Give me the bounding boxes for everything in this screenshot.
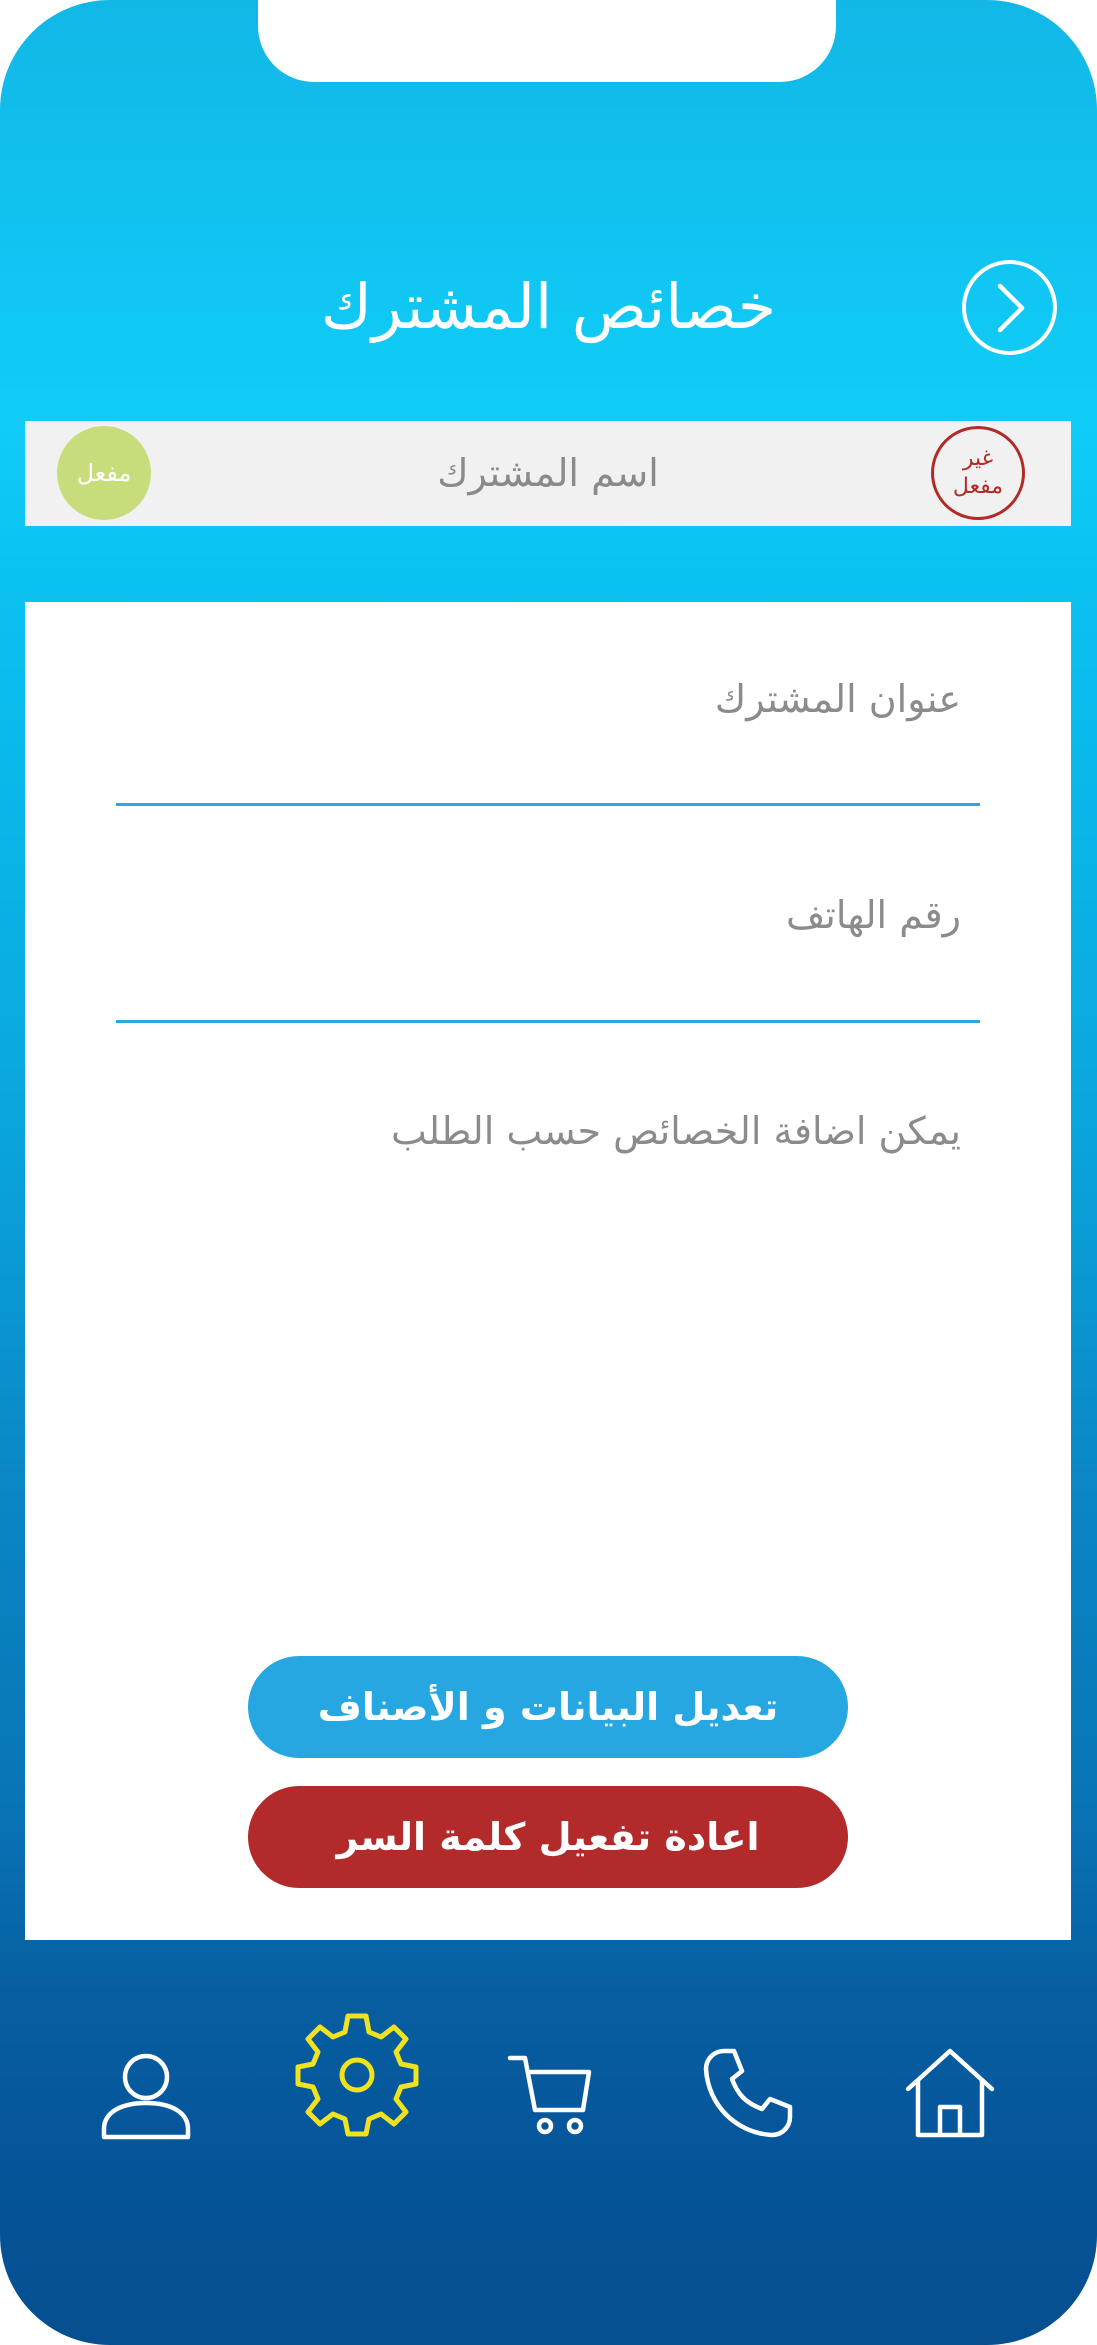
phone-screen: خصائص المشترك مفعل اسم المشترك غير مفعل … — [0, 0, 1097, 2345]
chevron-right-icon — [997, 283, 1025, 333]
phone-field-label: رقم الهاتف — [785, 893, 961, 937]
inactive-status-button[interactable]: غير مفعل — [931, 426, 1025, 520]
address-input-line[interactable] — [116, 803, 980, 806]
page-title: خصائص المشترك — [320, 270, 777, 343]
phone-input-line[interactable] — [116, 1020, 980, 1023]
subscriber-details-card: عنوان المشترك رقم الهاتف يمكن اضافة الخص… — [25, 602, 1071, 1940]
user-icon[interactable] — [98, 2045, 194, 2141]
address-field-label: عنوان المشترك — [714, 677, 961, 721]
phone-icon[interactable] — [700, 2045, 796, 2141]
subscriber-name-label: اسم المشترك — [437, 451, 659, 495]
subscriber-status-bar: مفعل اسم المشترك غير مفعل — [25, 421, 1071, 526]
edit-data-button[interactable]: تعديل البيانات و الأصناف — [248, 1656, 848, 1758]
inactive-badge-line2: مفعل — [952, 474, 1004, 499]
cart-icon[interactable] — [505, 2050, 595, 2140]
device-notch — [258, 0, 836, 82]
inactive-badge-line1: غير — [962, 446, 994, 471]
home-icon[interactable] — [902, 2045, 998, 2141]
settings-gear-icon[interactable] — [292, 2010, 422, 2140]
back-button[interactable] — [962, 260, 1057, 355]
reset-password-button[interactable]: اعادة تفعيل كلمة السر — [248, 1786, 848, 1888]
properties-note: يمكن اضافة الخصائص حسب الطلب — [391, 1109, 961, 1153]
